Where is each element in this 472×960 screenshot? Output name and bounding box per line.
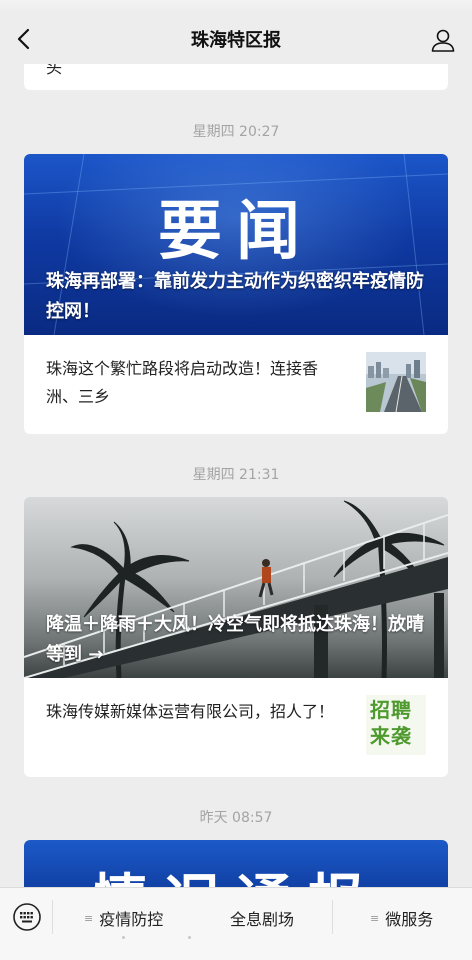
divider (332, 900, 333, 934)
timestamp: 昨天 08:57 (199, 810, 273, 826)
article-card: 情况通报 (24, 840, 448, 888)
menu-item-services[interactable]: ≡ 微服务 (370, 906, 433, 930)
article-thumbnail (366, 352, 426, 412)
hero-caption: 降温＋降雨＋大风！冷空气即将抵达珠海！放晴等到 → (46, 614, 424, 665)
keyboard-icon[interactable] (12, 902, 42, 932)
article-card: 降温＋降雨＋大风！冷空气即将抵达珠海！放晴等到 → 珠海传媒新媒体运营有限公司，… (24, 497, 448, 777)
article-title: 珠海传媒新媒体运营有限公司，招人了！ (46, 702, 335, 721)
status-fade (0, 0, 472, 12)
article-hero[interactable]: 要闻 珠海再部署：靠前发力主动作为织密织牢疫情防控网！ (24, 154, 448, 335)
feed[interactable]: 头 星期四 20:27 要闻 珠海再部署：靠前发力主动作为织密织牢疫情防控网！ … (0, 0, 472, 888)
article-thumbnail: 招聘来袭 (366, 695, 426, 755)
top-nav: 珠海特区报 (0, 0, 472, 64)
timestamp: 星期四 21:31 (192, 467, 280, 483)
submenu-lines-icon: ≡ (84, 911, 94, 925)
submenu-lines-icon: ≡ (370, 911, 380, 925)
hero-overlay-text: 情况通报 (24, 856, 448, 888)
article-card: 要闻 珠海再部署：靠前发力主动作为织密织牢疫情防控网！ 珠海这个繁忙路段将启动改… (24, 154, 448, 434)
user-icon[interactable] (430, 27, 456, 53)
menu-label: 疫情防控 (99, 910, 164, 929)
menu-item-theater[interactable]: 全息剧场 (230, 906, 294, 930)
menu-label: 全息剧场 (230, 910, 295, 929)
menu-indicator-dot (188, 936, 191, 939)
article-hero[interactable]: 降温＋降雨＋大风！冷空气即将抵达珠海！放晴等到 → (24, 497, 448, 678)
article-title: 珠海这个繁忙路段将启动改造！连接香洲、三乡 (46, 359, 319, 406)
recruit-thumb-text: 招聘来袭 (370, 698, 412, 748)
article-list-item[interactable]: 珠海这个繁忙路段将启动改造！连接香洲、三乡 (24, 335, 448, 434)
divider (52, 900, 53, 934)
hero-caption: 珠海再部署：靠前发力主动作为织密织牢疫情防控网！ (46, 271, 424, 322)
bottom-menu-bar: ≡ 疫情防控 全息剧场 ≡ 微服务 (0, 887, 472, 960)
timestamp: 星期四 20:27 (192, 124, 280, 140)
menu-indicator-dot (122, 936, 125, 939)
article-hero[interactable]: 情况通报 (24, 840, 448, 888)
page-title: 珠海特区报 (191, 30, 281, 51)
menu-item-epidemic[interactable]: ≡ 疫情防控 (84, 906, 163, 930)
hero-overlay-text: 要闻 (158, 195, 314, 269)
menu-label: 微服务 (385, 910, 434, 929)
article-list-item[interactable]: 珠海传媒新媒体运营有限公司，招人了！ 招聘来袭 (24, 678, 448, 777)
